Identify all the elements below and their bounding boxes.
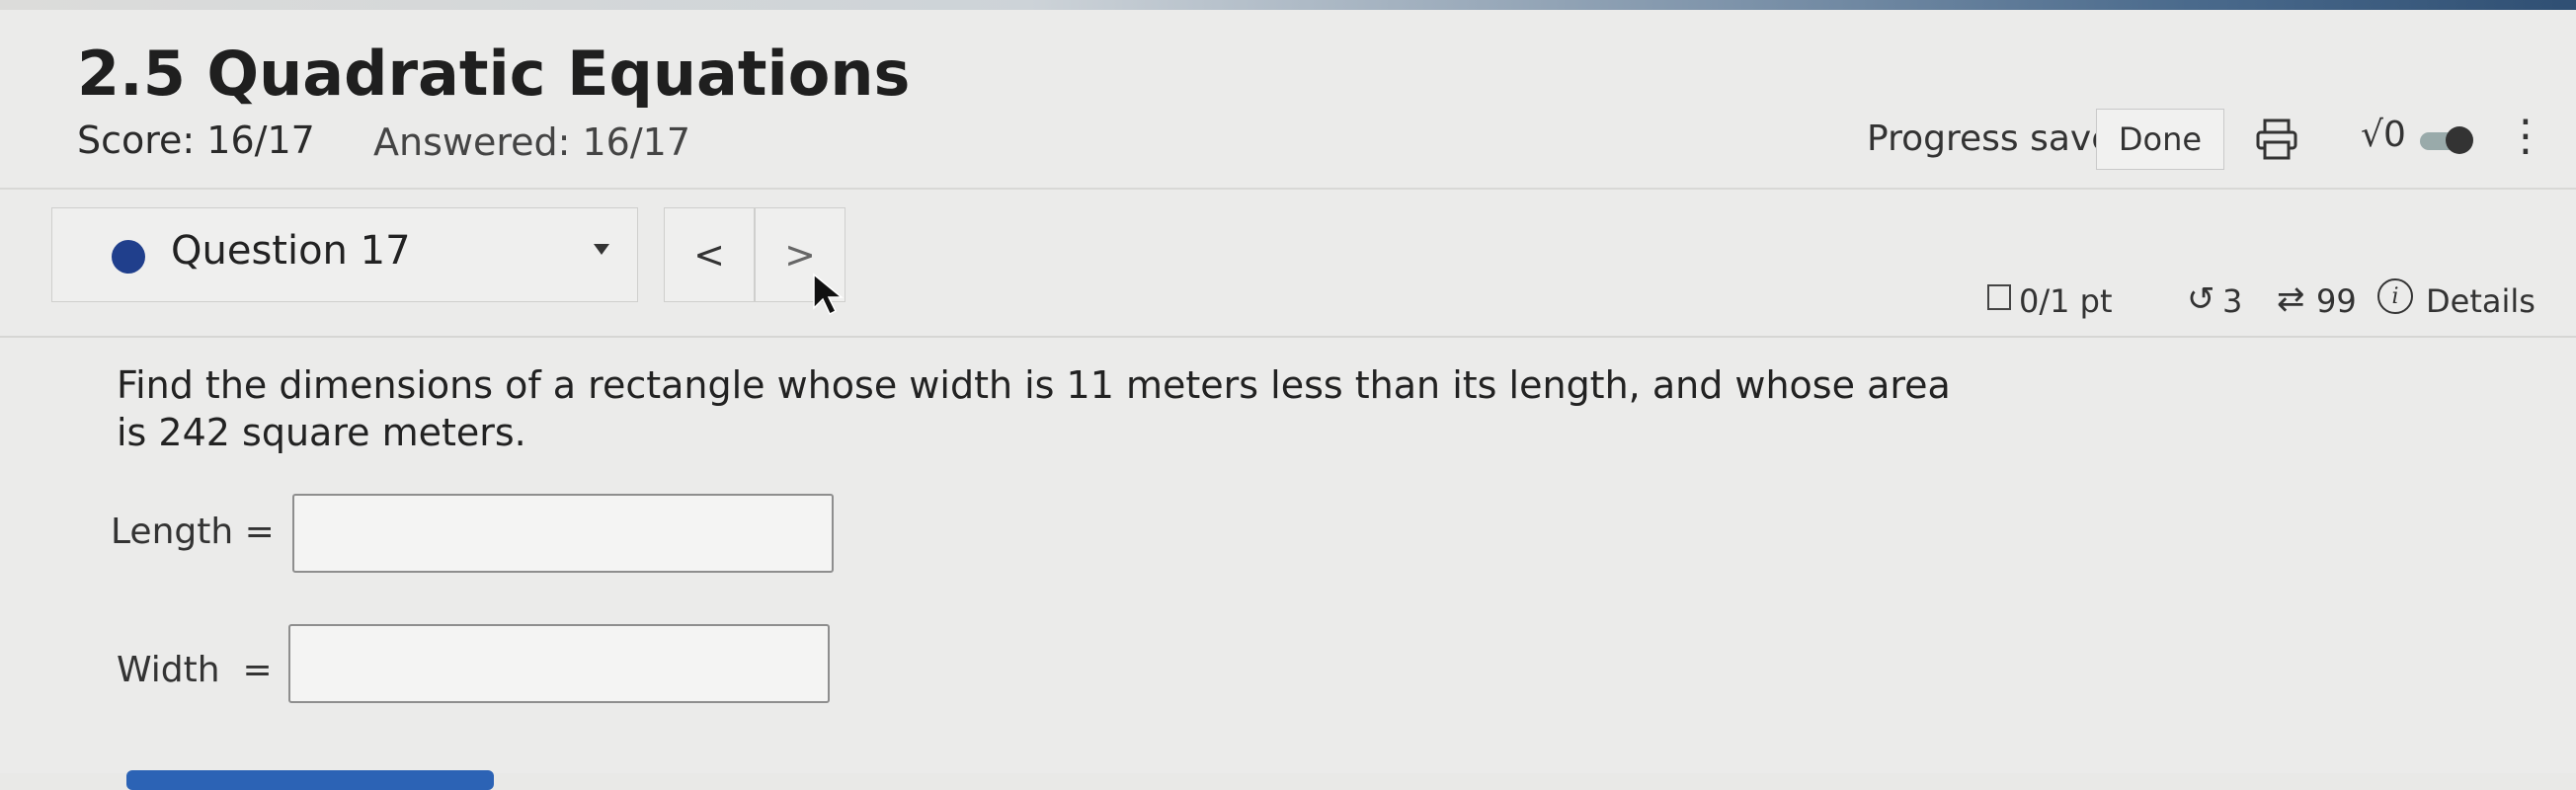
print-icon[interactable] — [2255, 117, 2298, 162]
math-palette-icon[interactable]: √0 — [2361, 115, 2406, 155]
mouse-cursor-icon — [813, 273, 845, 316]
toggle-knob — [2446, 126, 2473, 154]
assignment-panel: 2.5 Quadratic Equations Score: 16/17 Ans… — [0, 10, 2576, 790]
done-button[interactable]: Done — [2096, 109, 2224, 170]
page-title: 2.5 Quadratic Equations — [77, 38, 911, 110]
width-label: Width = — [117, 650, 273, 690]
score-text: Score: 16/17 — [77, 118, 315, 162]
info-icon[interactable]: i — [2377, 278, 2413, 314]
previous-question-button[interactable]: < — [664, 207, 755, 302]
length-label: Length = — [111, 512, 275, 552]
points-text: 0/1 pt — [2019, 282, 2113, 320]
length-input[interactable] — [292, 494, 834, 573]
header-divider — [0, 188, 2576, 190]
question-selector-label: Question 17 — [171, 228, 411, 274]
retry-icon: ↺ — [2187, 279, 2215, 319]
question-divider — [0, 336, 2576, 338]
details-link[interactable]: Details — [2426, 282, 2536, 320]
math-toggle-switch[interactable] — [2420, 126, 2473, 154]
retries-count: 3 — [2222, 282, 2243, 320]
answered-text: Answered: 16/17 — [373, 120, 691, 164]
chevron-down-icon — [594, 244, 609, 255]
question-selector[interactable]: Question 17 — [51, 207, 638, 302]
checkbox-icon — [1987, 284, 2011, 310]
attempts-icon: ⇄ — [2277, 279, 2305, 319]
width-input[interactable] — [288, 624, 830, 703]
question-prompt: Find the dimensions of a rectangle whose… — [117, 363, 1951, 454]
more-options-icon[interactable]: ⋮ — [2504, 115, 2547, 158]
submit-button[interactable] — [126, 770, 494, 790]
question-status-dot-icon — [112, 240, 145, 274]
attempts-count: 99 — [2316, 282, 2357, 320]
